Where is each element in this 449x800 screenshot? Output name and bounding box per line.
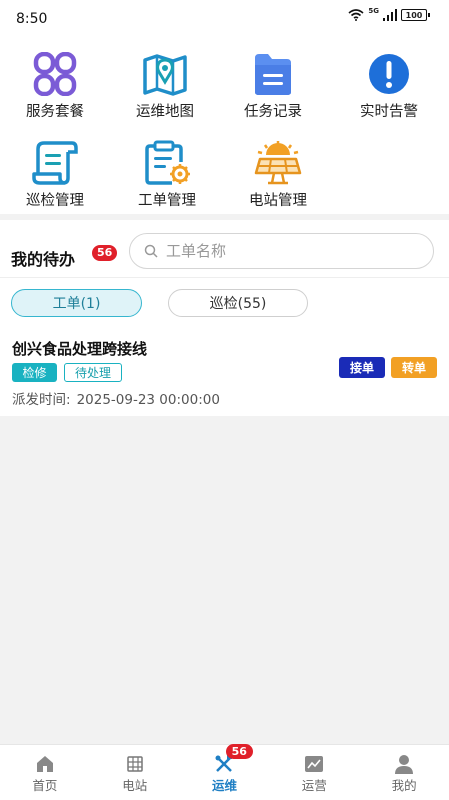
todo-panel: 我的待办 56 工单(1) 巡检(55) 创兴食品处理跨接线 检修 待处理 接单… [0,220,449,416]
status-tag: 待处理 [64,363,122,382]
grid-item-workorder-mgmt[interactable]: 工单管理 [112,139,222,210]
todo-title: 我的待办 [11,250,76,269]
grid-item-service-package[interactable]: 服务套餐 [0,50,110,121]
package-icon [28,50,82,98]
nav-label: 运维 [211,778,237,793]
search-box[interactable] [129,233,434,269]
grid-item-station-mgmt[interactable]: 电站管理 [223,139,333,210]
nav-item-home[interactable]: 首页 [0,745,90,800]
nav-item-mine[interactable]: 我的 [359,745,449,800]
folder-icon [246,50,300,98]
battery-icon: 100 [401,9,430,21]
feature-grid: 服务套餐 运维地图 任务记录 实时告警 巡检管理 工单管理 电站管理 [0,36,449,214]
card-title[interactable]: 创兴食品处理跨接线 [12,338,147,359]
scroll-icon [28,139,82,187]
nav-label: 电站 [122,778,148,793]
solar-station-icon [251,139,305,187]
nav-item-ops[interactable]: 56 运维 [180,744,270,800]
grid-item-task-record[interactable]: 任务记录 [218,50,328,121]
nav-item-operation[interactable]: 运营 [269,745,359,800]
grid-item-label: 任务记录 [244,104,302,120]
status-bar: 8:50 5G 100 [0,0,449,36]
user-icon [359,754,449,774]
grid-item-label: 工单管理 [138,193,196,209]
bottom-nav: 首页 电站 56 运维 运营 我的 [0,744,449,800]
tab-workorder[interactable]: 工单(1) [11,289,142,317]
battery-level: 100 [405,10,423,20]
nav-item-station[interactable]: 电站 [90,745,180,800]
tab-inspection[interactable]: 巡检(55) [168,289,308,317]
status-icons: 5G 100 [348,7,430,21]
search-input[interactable] [166,242,396,260]
map-icon [138,50,192,98]
workorder-icon [140,139,194,187]
alert-icon [362,50,416,98]
dispatch-label: 派发时间: [12,392,71,408]
status-time: 8:50 [16,11,48,27]
grid-item-realtime-alarm[interactable]: 实时告警 [334,50,444,121]
grid-item-ops-map[interactable]: 运维地图 [110,50,220,121]
network-label: 5G [368,7,379,15]
todo-count-badge: 56 [92,245,118,261]
divider [0,277,449,278]
grid-item-label: 实时告警 [360,104,418,120]
station-icon [90,754,180,774]
chart-icon [269,754,359,774]
transfer-button[interactable]: 转单 [391,357,437,378]
grid-item-label: 巡检管理 [26,193,84,209]
dispatch-time: 派发时间: 2025-09-23 00:00:00 [12,388,220,408]
dispatch-value: 2025-09-23 00:00:00 [76,392,220,408]
grid-item-label: 电站管理 [249,193,307,209]
type-tag: 检修 [12,363,57,382]
home-icon [0,754,90,774]
grid-item-label: 运维地图 [136,104,194,120]
nav-badge: 56 [225,744,253,759]
nav-label: 我的 [391,778,417,793]
nav-label: 运营 [301,778,327,793]
tools-icon [180,754,270,774]
search-icon [144,244,158,258]
grid-item-inspection-mgmt[interactable]: 巡检管理 [0,139,110,210]
accept-button[interactable]: 接单 [339,357,385,378]
grid-item-label: 服务套餐 [26,104,84,120]
wifi-icon [348,9,364,21]
nav-label: 首页 [32,778,58,793]
signal-icon [383,9,397,21]
